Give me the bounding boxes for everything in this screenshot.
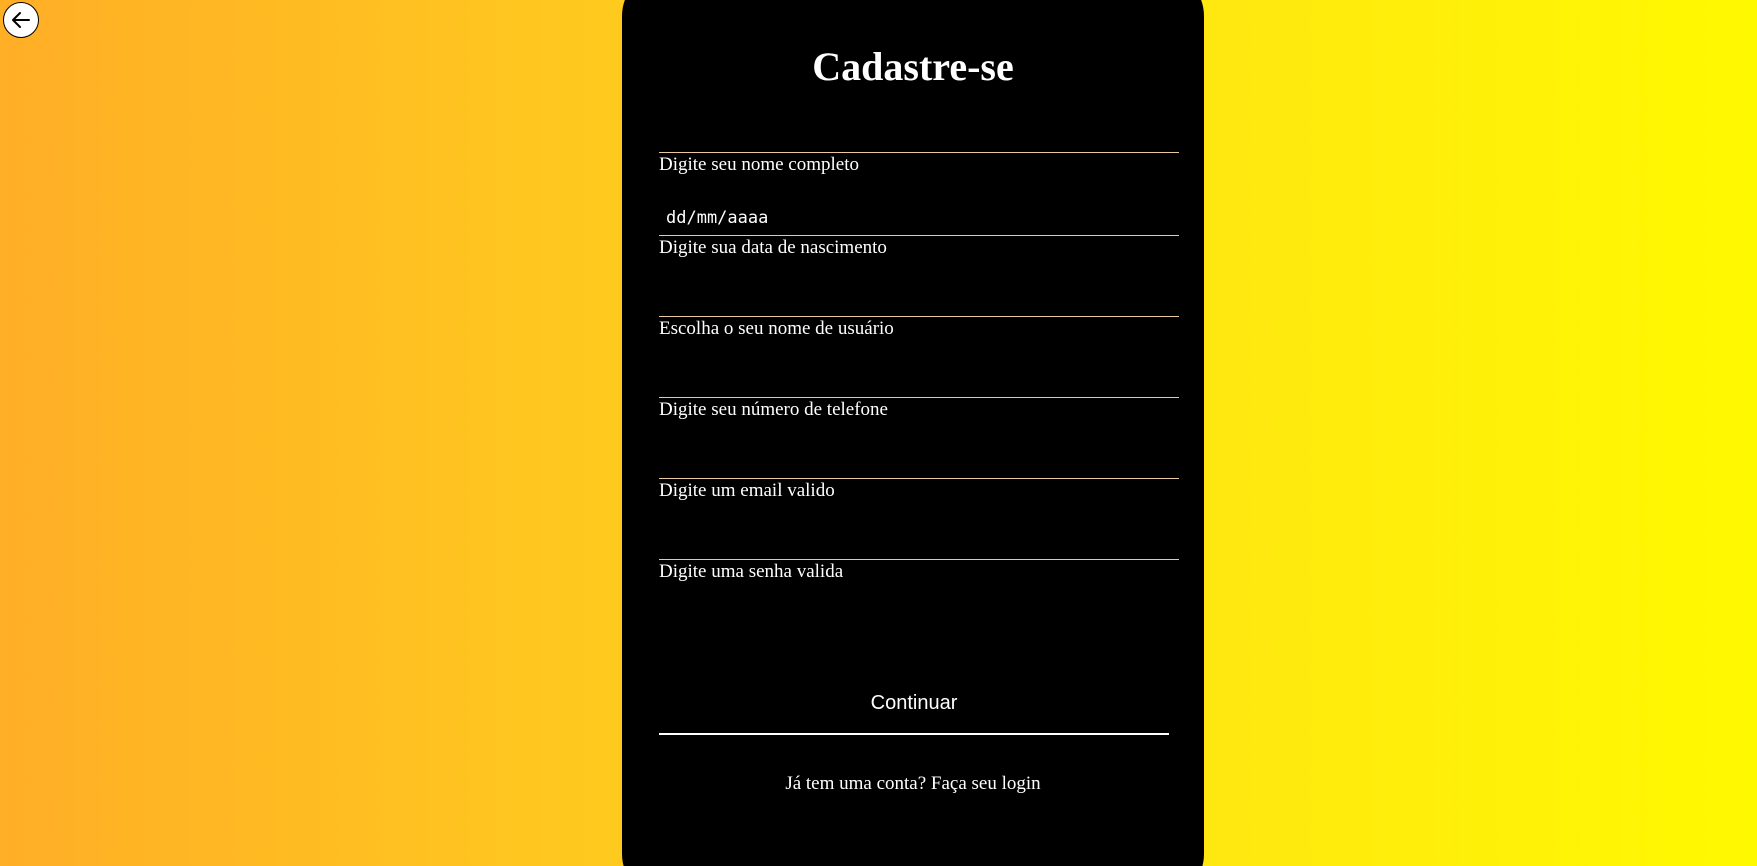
email-label: Digite um email valido (659, 480, 835, 501)
birth-date-input[interactable] (659, 196, 1179, 236)
full-name-field-group: Digite seu nome completo (659, 113, 1179, 176)
login-link[interactable]: Já tem uma conta? Faça seu login (622, 773, 1204, 795)
phone-label: Digite seu número de telefone (659, 399, 888, 420)
page-title: Cadastre-se (812, 44, 1014, 89)
username-input[interactable] (659, 277, 1179, 317)
birth-date-field-group: Digite sua data de nascimento (659, 196, 1179, 259)
email-field-group: Digite um email valido (659, 439, 1179, 502)
password-label: Digite uma senha valida (659, 561, 844, 582)
email-input[interactable] (659, 439, 1179, 479)
phone-input[interactable] (659, 358, 1179, 398)
birth-date-label: Digite sua data de nascimento (659, 237, 887, 258)
full-name-label: Digite seu nome completo (659, 154, 859, 175)
back-button[interactable] (3, 2, 39, 38)
arrow-left-icon (12, 12, 30, 28)
password-field-group: Digite uma senha valida (659, 520, 1179, 583)
full-name-input[interactable] (659, 113, 1179, 153)
phone-field-group: Digite seu número de telefone (659, 358, 1179, 421)
signup-card: Cadastre-se Digite seu nome completo Dig… (622, 0, 1204, 866)
username-label: Escolha o seu nome de usuário (659, 318, 894, 339)
continue-button[interactable]: Continuar (659, 691, 1169, 735)
username-field-group: Escolha o seu nome de usuário (659, 277, 1179, 340)
password-input[interactable] (659, 520, 1179, 560)
